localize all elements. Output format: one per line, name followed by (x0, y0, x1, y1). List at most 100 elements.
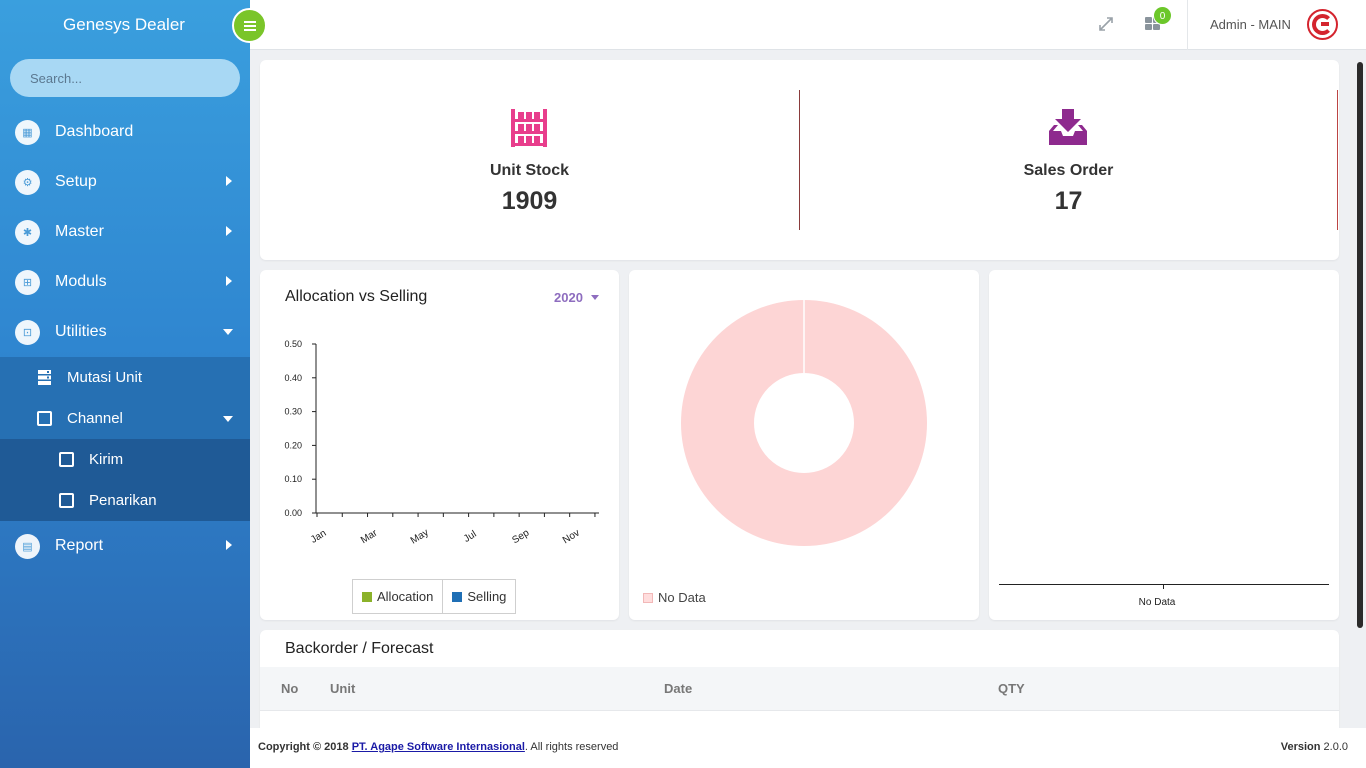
legend-swatch (362, 591, 372, 602)
server-icon (37, 370, 52, 385)
sidebar-item-channel[interactable]: Channel (0, 398, 250, 439)
donut-chart-card: No Data (629, 270, 979, 620)
rights-text: . All rights reserved (524, 741, 619, 753)
sidebar-item-label: Channel (67, 410, 123, 427)
x-axis (999, 584, 1329, 585)
channel-submenu: Kirim Penarikan (0, 439, 250, 521)
sidebar-item-mutasi-unit[interactable]: Mutasi Unit (0, 357, 250, 398)
x-axis-tick (1163, 584, 1164, 589)
stat-sales-order[interactable]: Sales Order 17 (799, 60, 1338, 260)
divider (1337, 90, 1338, 230)
brand-title[interactable]: Genesys Dealer (0, 0, 250, 50)
sidebar-item-label: Report (55, 537, 104, 554)
notification-badge[interactable]: 0 (1153, 6, 1172, 25)
y-tick-label: 0.40 (284, 373, 302, 383)
utilities-submenu: Mutasi Unit Channel Kirim Penarikan (0, 357, 250, 521)
chart-legend: Allocation Selling (352, 579, 517, 614)
x-tick-label: Sep (510, 527, 531, 546)
column-header-qty[interactable]: QTY (998, 681, 1025, 696)
chevron-right-icon (226, 276, 232, 286)
shelf-icon (511, 109, 547, 147)
stats-card: Unit Stock 1909 Sales Order 17 (260, 60, 1339, 260)
logo-icon (1312, 14, 1333, 35)
search-input[interactable] (10, 59, 240, 97)
donut-legend: No Data (643, 590, 706, 605)
sidebar-item-penarikan[interactable]: Penarikan (0, 480, 250, 521)
stat-value: 17 (1054, 187, 1083, 215)
stat-value: 1909 (501, 187, 558, 215)
chevron-right-icon (226, 540, 232, 550)
stat-unit-stock[interactable]: Unit Stock 1909 (260, 60, 799, 260)
sidebar-item-utilities[interactable]: ⊡ Utilities (0, 307, 250, 357)
hamburger-icon (243, 20, 256, 31)
column-header-unit[interactable]: Unit (330, 681, 355, 696)
menu-toggle-button[interactable] (232, 8, 267, 43)
chevron-down-icon (223, 416, 233, 422)
fullscreen-icon[interactable] (1098, 16, 1114, 32)
sidebar-item-master[interactable]: ✱ Master (0, 207, 250, 257)
footer: Copyright © 2018 PT. Agape Software Inte… (250, 728, 1366, 768)
chevron-right-icon (226, 226, 232, 236)
inbox-download-icon (1049, 109, 1087, 145)
table-header: No Unit Date QTY (260, 667, 1339, 711)
sidebar-item-moduls[interactable]: ⊞ Moduls (0, 257, 250, 307)
legend-label: No Data (658, 590, 706, 605)
checkbox-icon (59, 493, 74, 508)
column-header-date[interactable]: Date (664, 681, 692, 696)
legend-item-allocation[interactable]: Allocation (353, 580, 442, 613)
sidebar-item-setup[interactable]: ⚙ Setup (0, 157, 250, 207)
x-axis-label: No Data (1138, 597, 1176, 608)
chevron-right-icon (226, 176, 232, 186)
x-tick-label: Jul (462, 529, 479, 545)
x-tick-label: Mar (359, 527, 380, 546)
allocation-chart: 0.00 0.10 0.20 0.30 0.40 0.50 Jan Mar May Jul Sep N… (284, 339, 599, 547)
sidebar-item-label: Dashboard (55, 123, 134, 140)
x-tick-label: May (409, 527, 431, 546)
user-name[interactable]: Admin - MAIN (1210, 17, 1291, 32)
column-header-no[interactable]: No (281, 681, 298, 696)
divider (1187, 0, 1188, 50)
chevron-down-icon (223, 329, 233, 335)
sidebar-item-label: Master (55, 223, 104, 240)
table-title: Backorder / Forecast (285, 640, 434, 657)
y-tick-label: 0.20 (284, 440, 302, 450)
copyright-prefix: Copyright © 2018 (258, 741, 349, 753)
sidebar-item-label: Mutasi Unit (67, 369, 143, 386)
checkbox-icon (59, 452, 74, 467)
scrollbar[interactable] (1357, 62, 1363, 628)
legend-swatch (643, 592, 653, 603)
sidebar-menu: ▦ Dashboard ⚙ Setup ✱ Master ⊞ Moduls ⊡ … (0, 107, 250, 571)
allocation-chart-card: Allocation vs Selling 2020 0.00 0.10 0.20 0… (260, 270, 619, 620)
version: Version 2.0.0 (1281, 741, 1348, 753)
sidebar-item-label: Penarikan (89, 492, 157, 509)
sidebar-item-dashboard[interactable]: ▦ Dashboard (0, 107, 250, 157)
copyright: Copyright © 2018 PT. Agape Software Inte… (258, 741, 618, 753)
stat-label: Sales Order (1023, 162, 1114, 179)
x-tick-label: Jan (309, 528, 329, 546)
sidebar-item-report[interactable]: ▤ Report (0, 521, 250, 571)
dashboard-icon: ▦ (15, 119, 40, 145)
legend-item-selling[interactable]: Selling (442, 580, 515, 613)
sitemap-icon: ⊡ (15, 319, 40, 345)
company-link[interactable]: PT. Agape Software Internasional (352, 741, 525, 753)
sidebar-item-kirim[interactable]: Kirim (0, 439, 250, 480)
legend-label: Selling (467, 589, 507, 604)
avatar[interactable] (1307, 9, 1338, 40)
sidebar-item-label: Utilities (55, 323, 107, 340)
legend-label: Allocation (377, 589, 434, 604)
y-tick-label: 0.00 (284, 508, 302, 518)
sidebar-item-label: Moduls (55, 273, 107, 290)
stat-label: Unit Stock (489, 162, 570, 179)
donut-chart (681, 300, 927, 546)
backorder-card: Backorder / Forecast No Unit Date QTY (260, 630, 1339, 728)
search-wrap (0, 50, 250, 97)
sidebar: Genesys Dealer ▦ Dashboard ⚙ Setup ✱ Mas… (0, 0, 250, 768)
y-tick-label: 0.30 (284, 407, 302, 417)
modules-icon: ⊞ (15, 269, 40, 295)
y-tick-label: 0.10 (284, 474, 302, 484)
sidebar-item-label: Setup (55, 173, 97, 190)
sidebar-item-label: Kirim (89, 451, 124, 468)
bar-chart-card: No Data (989, 270, 1339, 620)
version-label: Version (1280, 741, 1321, 753)
y-tick-label: 0.50 (284, 339, 302, 349)
